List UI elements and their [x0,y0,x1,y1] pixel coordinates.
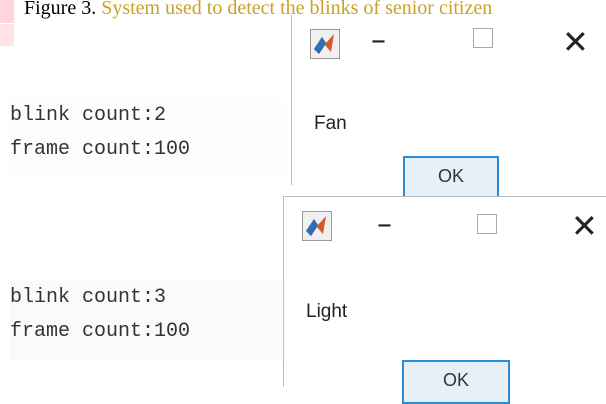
blink-count-line: blink count:2 [10,104,167,127]
frame-count-line: frame count:100 [10,320,191,343]
title-bar: – ✕ [292,15,606,73]
maximize-button[interactable] [473,28,493,48]
minimize-button[interactable]: – [377,207,392,242]
dialog-message: Light [306,301,348,322]
dialog-message: Fan [314,113,347,134]
title-bar: – ✕ [284,197,606,255]
close-button[interactable]: ✕ [571,207,598,245]
matlab-logo [314,34,334,54]
accent-bar [0,24,14,46]
close-button[interactable]: ✕ [562,23,589,61]
figure-label: Figure 3. [24,0,97,19]
ok-button[interactable]: OK [402,360,510,404]
matlab-icon [302,211,332,241]
minimize-button[interactable]: – [371,23,386,58]
matlab-icon [310,29,340,59]
message-dialog-light: – ✕ Light OK [283,196,606,404]
matlab-logo [306,216,326,236]
console-output-2: blink count:3 frame count:100 [10,281,282,361]
message-dialog-fan: – ✕ Fan OK [291,15,606,202]
console-output-1: blink count:2 frame count:100 [10,99,285,179]
frame-count-line: frame count:100 [10,138,191,161]
maximize-button[interactable] [477,214,497,234]
caption-accent [0,0,14,23]
blink-count-line: blink count:3 [10,286,167,309]
